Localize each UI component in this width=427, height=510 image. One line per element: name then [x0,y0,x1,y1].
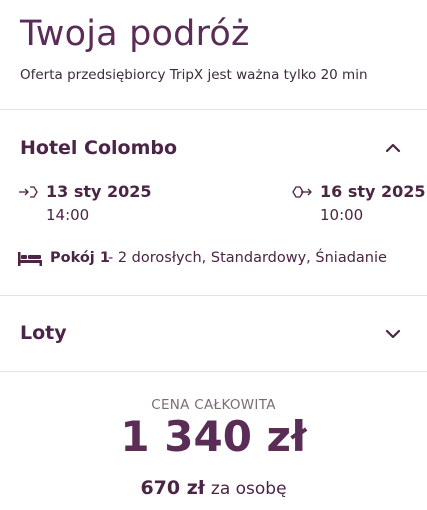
total-price: 1 340 zł [120,412,307,461]
price-per-person: 670 zł za osobę [0,477,427,499]
price-summary: CENA CAŁKOWITA 1 340 zł 670 zł za osobę [0,372,427,510]
room-name: Pokój 1 [50,250,110,266]
check-in-date: 13 sty 2025 [46,182,152,201]
per-person-amount: 670 zł [140,477,205,499]
flights-section[interactable]: Loty [0,296,427,372]
check-out-date: 16 sty 2025 [320,182,426,201]
offer-validity-note: Oferta przedsiębiorcy TripX jest ważna t… [20,67,368,83]
per-person-unit: za osobę [210,479,287,499]
check-in-time: 14:00 [46,206,90,224]
trip-header: Twoja podróż Oferta przedsiębiorcy TripX… [0,0,427,110]
page-title: Twoja podróż [20,14,250,54]
room-summary: Pokój 1 - 2 dorosłych, Standardowy, Śnia… [18,248,418,272]
hotel-name[interactable]: Hotel Colombo [20,137,177,159]
flights-title[interactable]: Loty [20,322,67,344]
check-in-icon [19,186,38,198]
chevron-up-icon[interactable] [385,140,401,156]
chevron-down-icon[interactable] [385,326,401,342]
bed-icon [18,252,42,266]
hotel-section: Hotel Colombo 13 sty 2025 14:00 16 sty 2… [0,110,427,296]
total-price-label: CENA CAŁKOWITA [151,397,276,413]
check-out-icon [292,186,312,198]
check-out-time: 10:00 [320,206,364,224]
room-details: - 2 dorosłych, Standardowy, Śniadanie [108,250,387,266]
